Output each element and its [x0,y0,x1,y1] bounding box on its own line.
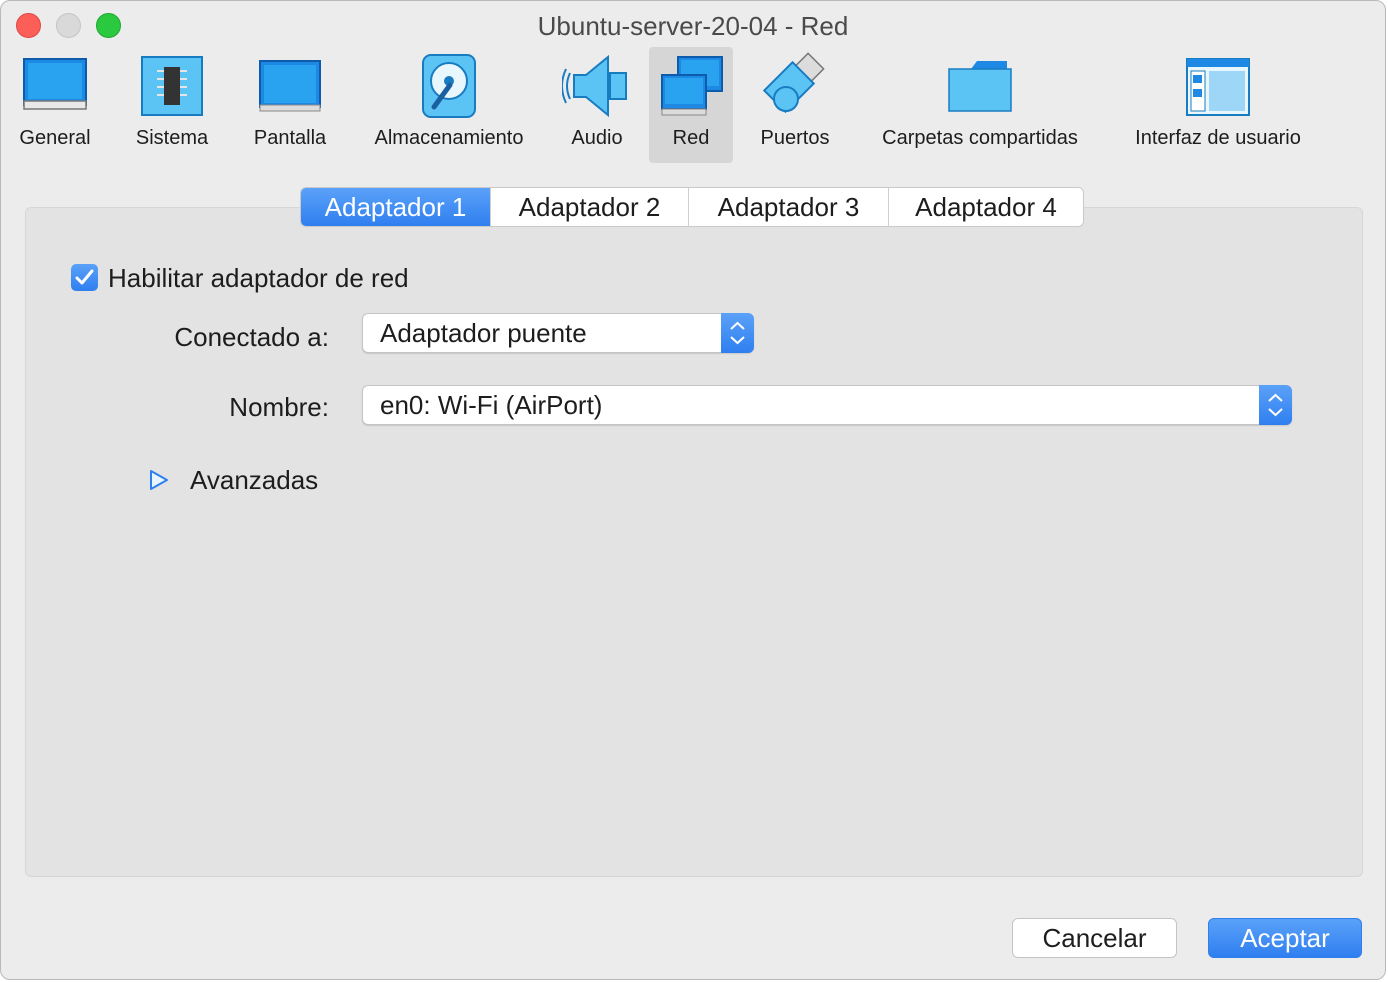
advanced-label[interactable]: Avanzadas [190,465,318,496]
tab-adaptador-2[interactable]: Adaptador 2 [491,188,689,226]
accept-button[interactable]: Aceptar [1208,918,1362,958]
cancel-button[interactable]: Cancelar [1012,918,1177,958]
toolbar-item-general[interactable]: General [11,47,99,163]
toolbar-label-sistema: Sistema [135,127,209,149]
speaker-icon [562,54,627,118]
window-layout-icon [1186,58,1250,116]
folder-icon [948,61,1012,112]
toolbar-item-carpetas[interactable]: Carpetas compartidas [865,47,1095,163]
checkmark-icon [75,269,94,285]
toolbar-item-sistema[interactable]: Sistema [129,47,215,163]
toolbar-label-general: General [19,127,91,149]
toolbar-item-almacenamiento[interactable]: Almacenamiento [363,47,535,163]
toolbar-item-audio[interactable]: Audio [561,47,633,163]
attached-to-value: Adaptador puente [380,318,587,348]
window-title: Ubuntu-server-20-04 - Red [537,11,849,41]
toolbar-label-almacenamiento: Almacenamiento [374,127,524,149]
toolbar-item-red[interactable]: Red [649,47,733,163]
monitor-icon [23,58,87,110]
chip-icon [141,56,203,116]
display-icon [259,60,321,112]
name-select[interactable]: en0: Wi-Fi (AirPort) [362,385,1292,425]
network-icon [661,56,723,116]
port-plug-icon [762,52,825,114]
toolbar-item-interfaz[interactable]: Interfaz de usuario [1119,47,1317,163]
chevron-updown-icon [730,321,745,345]
toolbar-label-puertos: Puertos [760,127,830,149]
toolbar-label-audio: Audio [571,127,623,149]
attached-to-select[interactable]: Adaptador puente [362,313,754,353]
adapter-tabs: Adaptador 1 Adaptador 2 Adaptador 3 Adap… [300,187,1084,227]
tab-adaptador-3[interactable]: Adaptador 3 [689,188,889,226]
toolbar-label-pantalla: Pantalla [253,127,327,149]
chevron-updown-icon [1268,393,1283,417]
tab-adaptador-4[interactable]: Adaptador 4 [889,188,1083,226]
attached-to-label: Conectado a: [174,322,329,352]
attached-to-stepper[interactable] [721,313,754,353]
hard-disk-icon [422,54,476,118]
name-label: Nombre: [229,392,329,422]
settings-toolbar: General Sistema Pantalla Almacenamiento … [1,47,1385,165]
toolbar-item-pantalla[interactable]: Pantalla [245,47,335,163]
settings-window: Ubuntu-server-20-04 - Red General Sistem… [0,0,1386,980]
enable-adapter-checkbox[interactable] [71,264,98,291]
name-stepper[interactable] [1259,385,1292,425]
enable-adapter-label[interactable]: Habilitar adaptador de red [108,263,409,294]
toolbar-item-puertos[interactable]: Puertos [753,47,837,163]
toolbar-label-interfaz: Interfaz de usuario [1135,127,1301,149]
tab-adaptador-1[interactable]: Adaptador 1 [301,188,491,226]
network-settings-panel [25,207,1363,877]
disclosure-triangle-icon[interactable] [149,469,169,491]
toolbar-label-carpetas: Carpetas compartidas [882,127,1078,149]
title-bar: Ubuntu-server-20-04 - Red [1,1,1385,49]
name-value: en0: Wi-Fi (AirPort) [380,390,603,420]
toolbar-label-red: Red [672,127,710,149]
